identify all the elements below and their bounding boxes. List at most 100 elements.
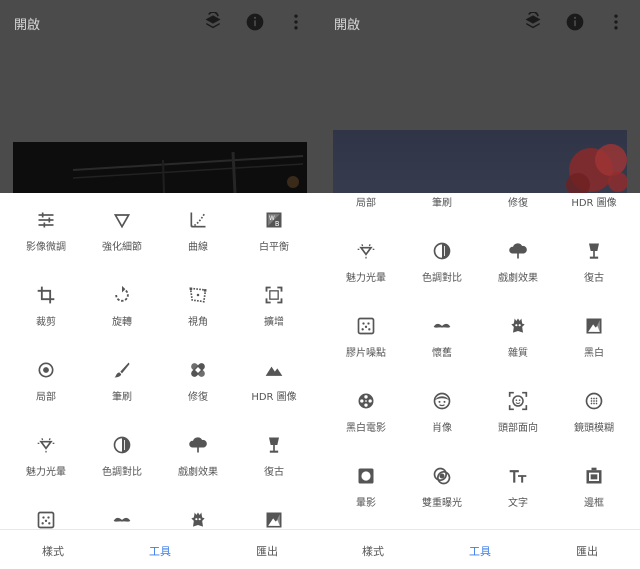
open-button[interactable]: 開啟: [14, 14, 40, 33]
tool-brush[interactable]: 筆刷: [402, 193, 482, 238]
vintage-icon: [264, 435, 284, 455]
tool-label: 強化細節: [102, 242, 142, 253]
black-white-icon: [264, 510, 284, 529]
tool-label: 雙重曝光: [422, 498, 462, 509]
tool-label: 白平衡: [259, 242, 289, 253]
drama-icon: [508, 241, 528, 261]
tool-label: 暈影: [356, 498, 376, 509]
tool-perspective[interactable]: 視角: [158, 285, 238, 357]
tool-label: 筆刷: [432, 198, 452, 209]
tool-grunge[interactable]: [158, 510, 238, 529]
tool-tune[interactable]: 影像微調: [6, 210, 86, 282]
tab-styles[interactable]: 樣式: [320, 543, 426, 559]
grunge-icon: [188, 510, 208, 529]
tool-label: 黑白: [584, 348, 604, 359]
vignette-icon: [356, 466, 376, 486]
tool-label: 修復: [188, 392, 208, 403]
tool-healing[interactable]: 修復: [158, 360, 238, 432]
expand-icon: [264, 285, 284, 305]
svg-text:B: B: [275, 220, 280, 228]
tool-double-exposure[interactable]: 雙重曝光: [402, 466, 482, 529]
top-bar: 開啟: [0, 0, 320, 193]
tool-crop[interactable]: 裁剪: [6, 285, 86, 357]
tool-text[interactable]: 文字: [478, 466, 558, 529]
tool-label: 文字: [508, 498, 528, 509]
retrolux-icon: [112, 510, 132, 529]
tool-frames[interactable]: 邊框: [554, 466, 634, 529]
tool-label: 頭部面向: [498, 423, 538, 434]
tool-tonal-contrast[interactable]: 色調對比: [402, 241, 482, 313]
tool-curves[interactable]: 曲線: [158, 210, 238, 282]
tool-lens-blur[interactable]: 鏡頭模糊: [554, 391, 634, 463]
tool-hdr[interactable]: HDR 圖像: [554, 193, 634, 238]
tool-details[interactable]: 強化細節: [82, 210, 162, 282]
tab-tools[interactable]: 工具: [107, 543, 213, 559]
layers-icon[interactable]: [523, 12, 543, 32]
info-icon[interactable]: [565, 12, 585, 32]
tool-vintage[interactable]: 復古: [234, 435, 314, 507]
tool-head-pose[interactable]: 頭部面向: [478, 391, 558, 463]
tool-label: 復古: [584, 273, 604, 284]
tab-export[interactable]: 匯出: [214, 543, 320, 559]
curves-icon: [188, 210, 208, 230]
photo-preview: [13, 142, 307, 193]
tool-drama[interactable]: 戲劇效果: [158, 435, 238, 507]
tool-label: 局部: [356, 198, 376, 209]
tool-vignette[interactable]: 暈影: [326, 466, 406, 529]
tool-white-balance[interactable]: B W 白平衡: [234, 210, 314, 282]
grainy-film-icon: [356, 316, 376, 336]
tool-label: 色調對比: [102, 467, 142, 478]
frames-icon: [584, 466, 604, 486]
layers-icon[interactable]: [203, 12, 223, 32]
lens-blur-icon: [584, 391, 604, 411]
details-icon: [112, 210, 132, 230]
tool-selective[interactable]: 局部: [326, 193, 406, 238]
tool-drama[interactable]: 戲劇效果: [478, 241, 558, 313]
noir-icon: [356, 391, 376, 411]
tool-selective[interactable]: 局部: [6, 360, 86, 432]
more-vert-icon[interactable]: [286, 12, 306, 32]
tool-grunge[interactable]: 雜質: [478, 316, 558, 388]
tool-noir[interactable]: 黑白電影: [326, 391, 406, 463]
tool-label: 曲線: [188, 242, 208, 253]
info-icon[interactable]: [245, 12, 265, 32]
tool-glamour-glow[interactable]: 魅力光暈: [326, 241, 406, 313]
portrait-icon: [432, 391, 452, 411]
vintage-icon: [584, 241, 604, 261]
tool-label: 懷舊: [432, 348, 452, 359]
bottom-tab-bar: 樣式 工具 匯出: [0, 529, 320, 569]
tool-retrolux[interactable]: 懷舊: [402, 316, 482, 388]
tool-hdr[interactable]: HDR 圖像: [234, 360, 314, 432]
tab-export[interactable]: 匯出: [534, 543, 640, 559]
tool-grainy-film[interactable]: 膠片噪點: [326, 316, 406, 388]
tool-black-white[interactable]: [234, 510, 314, 529]
tool-brush[interactable]: 筆刷: [82, 360, 162, 432]
tool-label: 戲劇效果: [178, 467, 218, 478]
retrolux-icon: [432, 316, 452, 336]
tab-styles[interactable]: 樣式: [0, 543, 106, 559]
tool-glamour-glow[interactable]: 魅力光暈: [6, 435, 86, 507]
tool-retrolux[interactable]: [82, 510, 162, 529]
tools-sheet: 影像微調 強化細節 曲線 B W 白平衡裁剪 旋轉 視角 擴增局部 筆刷 修復 HDR 圖像魅力光暈 色…: [0, 193, 320, 529]
open-button[interactable]: 開啟: [334, 14, 360, 33]
tool-label: 筆刷: [112, 392, 132, 403]
tool-label: HDR 圖像: [571, 198, 617, 209]
tool-expand[interactable]: 擴增: [234, 285, 314, 357]
tab-tools[interactable]: 工具: [427, 543, 533, 559]
tool-label: 雜質: [508, 348, 528, 359]
tool-vintage[interactable]: 復古: [554, 241, 634, 313]
tool-label: 戲劇效果: [498, 273, 538, 284]
more-vert-icon[interactable]: [606, 12, 626, 32]
tool-tonal-contrast[interactable]: 色調對比: [82, 435, 162, 507]
double-exposure-icon: [432, 466, 452, 486]
grainy-film-icon: [36, 510, 56, 529]
tool-healing[interactable]: 修復: [478, 193, 558, 238]
tool-black-white[interactable]: 黑白: [554, 316, 634, 388]
tool-rotate[interactable]: 旋轉: [82, 285, 162, 357]
tool-portrait[interactable]: 肖像: [402, 391, 482, 463]
perspective-icon: [188, 285, 208, 305]
text-icon: [508, 466, 528, 486]
tool-label: 鏡頭模糊: [574, 423, 614, 434]
tool-grainy-film[interactable]: [6, 510, 86, 529]
white-balance-icon: BW: [264, 210, 284, 230]
